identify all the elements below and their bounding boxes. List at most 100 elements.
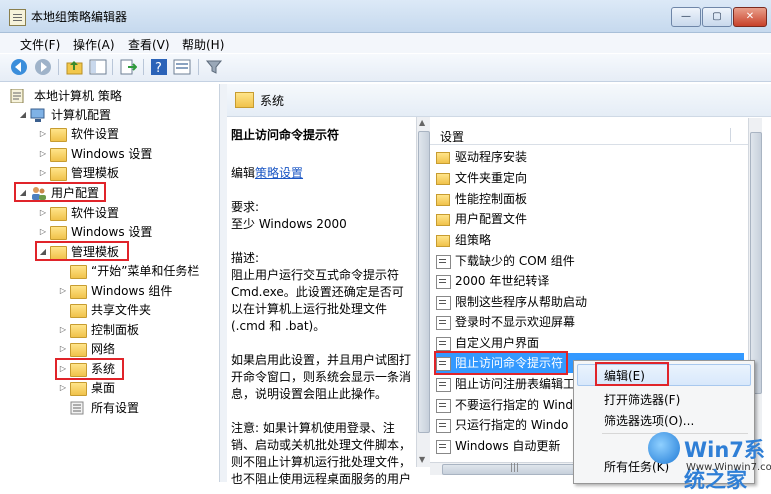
folder-icon <box>70 324 87 338</box>
column-resize-handle[interactable] <box>730 128 731 142</box>
tree-label: 桌面 <box>91 381 116 395</box>
tree-label: 所有设置 <box>91 401 140 415</box>
scroll-down-icon[interactable]: ▼ <box>419 455 425 464</box>
expand-arrow-icon[interactable]: ▷ <box>58 379 68 397</box>
expand-arrow-icon[interactable]: ▷ <box>38 204 48 222</box>
toolbar: ? <box>0 54 771 82</box>
description-scrollbar[interactable]: ▲ ▼ <box>416 117 430 467</box>
maximize-button[interactable]: ▢ <box>702 7 732 27</box>
expand-arrow-icon[interactable]: ▷ <box>38 125 48 143</box>
policy-setting-icon <box>436 419 451 433</box>
tree-label: 网络 <box>91 342 116 356</box>
tree-label: 共享文件夹 <box>91 303 152 317</box>
context-filter-options[interactable]: 筛选器选项(O)... <box>604 412 694 429</box>
policy-setting-icon <box>436 275 451 289</box>
folder-icon <box>70 265 87 279</box>
folder-icon <box>70 382 87 396</box>
expand-arrow-icon[interactable]: ▷ <box>38 164 48 182</box>
up-folder-icon[interactable] <box>66 58 84 76</box>
collapse-arrow-icon[interactable]: ◢ <box>18 106 28 124</box>
note-text: 注意: 如果计算机使用登录、注销、启动或关机批处理文件脚本，则不阻止计算机运行批… <box>231 421 412 486</box>
filter-icon[interactable] <box>205 58 223 76</box>
policy-setting-icon <box>436 255 451 269</box>
close-button[interactable]: ✕ <box>733 7 767 27</box>
toolbar-separator <box>143 59 144 75</box>
forward-arrow-icon[interactable] <box>34 58 52 76</box>
folder-icon <box>436 214 450 226</box>
show-hide-tree-icon[interactable] <box>89 58 107 76</box>
help-icon[interactable]: ? <box>150 58 168 76</box>
scroll-thumb[interactable] <box>418 131 430 433</box>
folder-icon <box>235 92 254 108</box>
export-list-icon[interactable] <box>119 58 137 76</box>
menu-file[interactable]: 文件(F) <box>20 36 60 53</box>
menu-view[interactable]: 查看(V) <box>128 36 170 53</box>
edit-policy-link[interactable]: 策略设置 <box>255 166 303 180</box>
watermark-logo-icon <box>648 432 680 464</box>
folder-icon <box>436 152 450 164</box>
scroll-up-icon[interactable]: ▲ <box>419 118 425 127</box>
description-label: 描述: <box>231 251 260 265</box>
tree-label: Windows 设置 <box>71 225 153 239</box>
folder-icon <box>70 285 87 299</box>
policy-setting-icon <box>436 316 451 330</box>
properties-icon[interactable] <box>173 58 191 76</box>
minimize-button[interactable]: — <box>671 7 701 27</box>
expand-arrow-icon[interactable]: ▷ <box>58 321 68 339</box>
column-header-label: 设置 <box>440 130 465 144</box>
pane-splitter[interactable] <box>220 84 227 482</box>
details-header: 系统 <box>227 84 771 117</box>
folder-icon <box>70 343 87 357</box>
tree-label: Windows 设置 <box>71 147 153 161</box>
expand-arrow-icon[interactable]: ▷ <box>38 223 48 241</box>
column-header-settings[interactable]: 设置 <box>430 126 760 145</box>
back-arrow-icon[interactable] <box>10 58 28 76</box>
title-bar: 本地组策略编辑器 — ▢ ✕ <box>0 0 771 33</box>
expand-arrow-icon[interactable]: ▷ <box>58 282 68 300</box>
app-icon <box>9 9 26 26</box>
folder-icon <box>436 194 450 206</box>
policy-setting-icon <box>436 399 451 413</box>
highlight-edit <box>595 362 669 386</box>
tree-root-label: 本地计算机 策略 <box>34 89 122 103</box>
requirements-value: 至少 Windows 2000 <box>231 217 347 231</box>
toolbar-separator <box>112 59 113 75</box>
toolbar-separator <box>58 59 59 75</box>
context-open-filter[interactable]: 打开筛选器(F) <box>604 391 680 408</box>
tree-label: 管理模板 <box>71 166 120 180</box>
watermark: Win7系统之家 Www.Winwin7.com <box>648 432 771 492</box>
settings-list-icon <box>70 401 84 415</box>
highlight-user-config <box>14 182 106 202</box>
description-text: 阻止用户运行交互式命令提示符 Cmd.exe。此设置还确定是否可以在计算机上运行… <box>231 268 404 333</box>
edit-line: 编辑策略设置 <box>231 165 413 182</box>
folder-icon <box>50 167 67 181</box>
computer-icon <box>30 108 45 122</box>
policy-document-icon <box>10 89 24 103</box>
navigation-tree: 本地计算机 策略 ◢ 计算机配置 ▷ 软件设置 ▷ Windows 设置 ▷ 管… <box>8 84 220 482</box>
scroll-grip-icon: ||| <box>510 463 520 473</box>
highlight-system <box>55 358 124 380</box>
menu-action[interactable]: 操作(A) <box>73 36 115 53</box>
expand-arrow-icon[interactable]: ▷ <box>38 145 48 163</box>
highlight-admin-templates <box>35 241 129 261</box>
folder-icon <box>70 304 87 318</box>
requirements-label: 要求: <box>231 200 260 214</box>
tree-label: 控制面板 <box>91 323 140 337</box>
description-pane: 阻止访问命令提示符 编辑策略设置 要求: 至少 Windows 2000 描述:… <box>227 117 417 486</box>
folder-icon <box>436 235 450 247</box>
tree-label: 软件设置 <box>71 206 120 220</box>
folder-icon <box>50 207 67 221</box>
tree-label: “开始”菜单和任务栏 <box>91 264 200 278</box>
expand-arrow-icon[interactable]: ▷ <box>58 340 68 358</box>
toolbar-separator <box>198 59 199 75</box>
folder-icon <box>50 226 67 240</box>
current-folder-title: 系统 <box>260 94 285 108</box>
enabled-text: 如果启用此设置，并且用户试图打开命令窗口，则系统会显示一条消息，说明设置会阻止此… <box>231 353 412 401</box>
folder-icon <box>436 173 450 185</box>
scroll-thumb[interactable] <box>750 132 762 394</box>
policy-setting-icon <box>436 337 451 351</box>
folder-icon <box>50 148 67 162</box>
policy-setting-icon <box>436 296 451 310</box>
menu-help[interactable]: 帮助(H) <box>182 36 224 53</box>
folder-icon <box>50 128 67 142</box>
